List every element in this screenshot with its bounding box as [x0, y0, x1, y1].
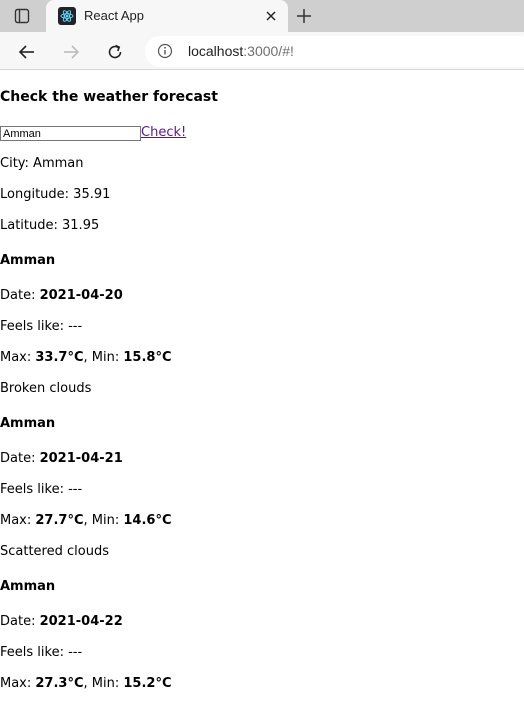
temperature-range: Max: 27.7°C, Min: 14.6°C [0, 513, 172, 528]
forecast-date: Date: 2021-04-21 [0, 451, 123, 466]
feels-like: Feels like: --- [0, 482, 83, 497]
city-line: City: Amman [0, 156, 84, 171]
max-value: 33.7°C [35, 350, 84, 365]
date-value: 2021-04-22 [39, 614, 123, 629]
forecast-city: Amman [0, 253, 56, 268]
tab-title: React App [84, 8, 144, 23]
max-label: Max: [0, 350, 36, 365]
forecast-city: Amman [0, 416, 56, 431]
check-link[interactable]: Check! [141, 125, 186, 140]
min-value: 15.2°C [123, 676, 172, 691]
info-icon[interactable] [157, 43, 173, 59]
date-label: Date: [0, 451, 40, 466]
browser-toolbar: localhost:3000/#! [0, 32, 524, 70]
latitude-line: Latitude: 31.95 [0, 218, 100, 233]
feels-like: Feels like: --- [0, 319, 83, 334]
feels-like: Feels like: --- [0, 645, 83, 660]
weather-description: Broken clouds [0, 381, 92, 396]
tab-actions-icon[interactable] [14, 8, 30, 24]
browser-tab[interactable]: React App [46, 0, 288, 32]
url-host: localhost [188, 43, 244, 59]
temperature-range: Max: 33.7°C, Min: 15.8°C [0, 350, 172, 365]
min-value: 15.8°C [123, 350, 172, 365]
react-logo-icon [58, 7, 76, 25]
min-label: , Min: [83, 676, 124, 691]
min-label: , Min: [83, 350, 124, 365]
forecast-date: Date: 2021-04-22 [0, 614, 123, 629]
max-value: 27.7°C [35, 513, 84, 528]
close-icon[interactable] [262, 7, 280, 25]
url-path: :3000/#! [243, 43, 294, 59]
city-search-input[interactable] [0, 126, 141, 141]
date-value: 2021-04-20 [39, 288, 123, 303]
url-text: localhost:3000/#! [188, 43, 294, 59]
min-label: , Min: [83, 513, 124, 528]
max-label: Max: [0, 513, 36, 528]
temperature-range: Max: 27.3°C, Min: 15.2°C [0, 676, 172, 691]
back-arrow-icon[interactable] [16, 41, 38, 63]
browser-tab-strip: React App [0, 0, 524, 32]
max-label: Max: [0, 676, 36, 691]
date-label: Date: [0, 614, 40, 629]
date-label: Date: [0, 288, 40, 303]
max-value: 27.3°C [35, 676, 84, 691]
new-tab-plus-icon[interactable] [294, 6, 314, 26]
longitude-line: Longitude: 35.91 [0, 187, 111, 202]
date-value: 2021-04-21 [39, 451, 123, 466]
forward-arrow-icon[interactable] [60, 41, 82, 63]
min-value: 14.6°C [123, 513, 172, 528]
page-title: Check the weather forecast [0, 89, 218, 105]
weather-description: Scattered clouds [0, 544, 109, 559]
forecast-date: Date: 2021-04-20 [0, 288, 123, 303]
reload-icon[interactable] [104, 41, 126, 63]
forecast-city: Amman [0, 579, 56, 594]
address-bar[interactable]: localhost:3000/#! [145, 36, 524, 67]
